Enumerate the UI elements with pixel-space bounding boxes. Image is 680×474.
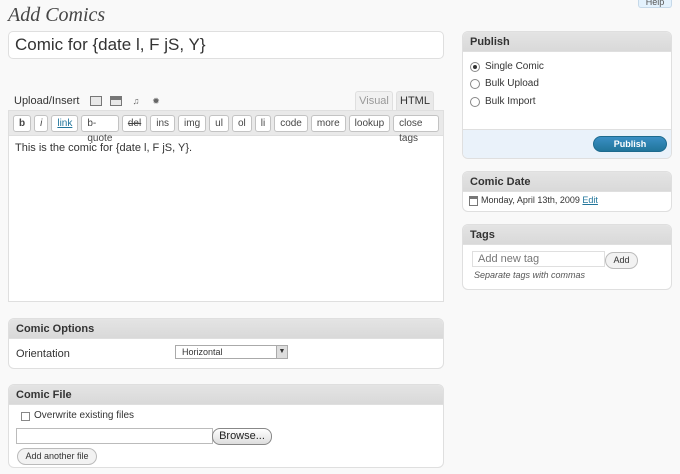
tab-visual[interactable]: Visual (355, 91, 393, 110)
comic-file-box: Comic File Overwrite existing files Brow… (8, 384, 444, 468)
overwrite-label: Overwrite existing files (34, 410, 135, 421)
radio-bulk-import[interactable]: Bulk Import (470, 96, 536, 107)
quicktag-ins-button[interactable]: ins (150, 115, 176, 132)
publish-footer: Publish (463, 129, 671, 158)
quicktag-li-button[interactable]: li (254, 115, 272, 132)
quicktag-blockquote-button[interactable]: b-quote (81, 115, 119, 144)
date-text: Monday, April 13th, 2009 (481, 195, 580, 205)
add-media-icon[interactable]: ✹ (150, 96, 162, 106)
orientation-label: Orientation (16, 348, 70, 360)
overwrite-checkbox[interactable] (21, 412, 30, 421)
media-buttons: ♫ ✹ (90, 96, 162, 106)
quicktag-lookup-button[interactable]: lookup (348, 115, 391, 132)
edit-date-link[interactable]: Edit (582, 195, 598, 205)
tags-box: Tags Add new tag Add Separate tags with … (462, 224, 672, 290)
radio-button[interactable] (470, 78, 480, 89)
new-tag-input[interactable]: Add new tag (472, 251, 605, 267)
add-audio-icon[interactable]: ♫ (130, 96, 142, 106)
quicktag-ul-button[interactable]: ul (209, 115, 229, 132)
comic-options-title: Comic Options (9, 319, 443, 339)
content-editor: b i link b-quote del ins img ul ol li co… (8, 110, 444, 302)
radio-single-comic[interactable]: Single Comic (470, 61, 544, 72)
page-title: Add Comics (8, 4, 106, 26)
radio-label: Bulk Upload (485, 78, 539, 89)
publish-box: Publish Single Comic Bulk Upload Bulk Im… (462, 31, 672, 159)
quicktag-bold-button[interactable]: b (13, 115, 32, 132)
add-another-file-button[interactable]: Add another file (17, 448, 97, 465)
quicktag-del-button[interactable]: del (121, 115, 148, 132)
help-tab[interactable]: Help (638, 0, 672, 8)
quicktag-italic-button[interactable]: i (34, 115, 49, 132)
calendar-icon (469, 196, 478, 206)
orientation-select[interactable]: Horizontal ▼ (175, 345, 288, 359)
chevron-down-icon: ▼ (276, 346, 287, 358)
quicktag-code-button[interactable]: code (274, 115, 308, 132)
radio-label: Single Comic (485, 61, 544, 72)
upload-insert-label: Upload/Insert (14, 95, 80, 107)
editor-textarea[interactable]: This is the comic for {date l, F jS, Y}. (9, 136, 443, 160)
add-image-icon[interactable] (90, 96, 102, 106)
file-path-input[interactable] (16, 428, 213, 444)
comic-options-box: Comic Options Orientation Horizontal ▼ (8, 318, 444, 369)
comic-file-title: Comic File (9, 385, 443, 405)
comic-date-value: Monday, April 13th, 2009 Edit (481, 195, 598, 205)
browse-button[interactable]: Browse... (212, 428, 272, 445)
publish-button[interactable]: Publish (593, 136, 667, 152)
comic-date-box: Comic Date Monday, April 13th, 2009 Edit (462, 171, 672, 212)
add-video-icon[interactable] (110, 96, 122, 106)
quicktag-more-button[interactable]: more (310, 115, 346, 132)
quicktag-link-button[interactable]: link (51, 115, 79, 132)
comic-date-title: Comic Date (463, 172, 671, 192)
tag-hint: Separate tags with commas (474, 270, 586, 280)
radio-bulk-upload[interactable]: Bulk Upload (470, 78, 539, 89)
orientation-select-value: Horizontal (182, 347, 223, 357)
radio-button[interactable] (470, 61, 480, 72)
add-tag-button[interactable]: Add (605, 252, 638, 269)
quicktag-img-button[interactable]: img (178, 115, 207, 132)
post-title-input[interactable]: Comic for {date l, F jS, Y} (8, 31, 444, 59)
tab-html[interactable]: HTML (396, 91, 434, 110)
quicktags-toolbar: b i link b-quote del ins img ul ol li co… (9, 111, 443, 144)
tags-title: Tags (463, 225, 671, 245)
radio-label: Bulk Import (485, 96, 536, 107)
publish-title: Publish (463, 32, 671, 52)
quicktag-close-tags-button[interactable]: close tags (393, 115, 439, 144)
quicktag-ol-button[interactable]: ol (231, 115, 252, 132)
radio-button[interactable] (470, 96, 480, 107)
